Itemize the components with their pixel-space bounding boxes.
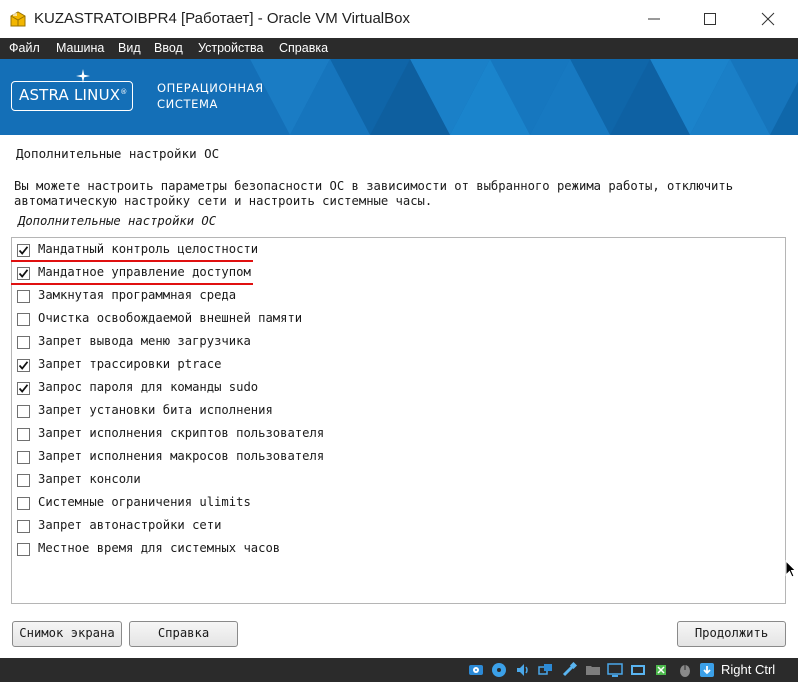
checkbox[interactable] [17, 313, 30, 326]
virtualbox-app-icon [10, 11, 26, 27]
description-line-2: автоматическую настройку сети и настроит… [14, 194, 433, 208]
astra-linux-banner: ASTRA LINUX® ОПЕРАЦИОННАЯ СИСТЕМА [0, 59, 798, 135]
option-sudo-password[interactable]: Запрос пароля для команды sudo [12, 378, 512, 401]
option-label: Мандатный контроль целостности [38, 242, 259, 256]
checkbox[interactable] [17, 520, 30, 533]
checkbox[interactable] [17, 244, 30, 257]
menu-help[interactable]: Справка [279, 41, 328, 55]
option-label: Запрет исполнения скриптов пользователя [38, 426, 325, 440]
checkbox[interactable] [17, 428, 30, 441]
option-label: Замкнутая программная среда [38, 288, 237, 302]
video-capture-icon[interactable] [630, 662, 646, 678]
window-title-bar[interactable]: KUZASTRATOIBPR4 [Работает] - Oracle VM V… [0, 0, 798, 38]
checkbox[interactable] [17, 382, 30, 395]
maximize-icon [704, 13, 716, 25]
screenshot-button-label: Снимок экрана [19, 626, 115, 640]
annotation-underline-1 [11, 260, 253, 262]
checkmark-icon [18, 269, 29, 278]
checkmark-icon [18, 384, 29, 393]
banner-subtitle-line2: СИСТЕМА [157, 97, 218, 111]
network-icon[interactable] [538, 662, 554, 678]
option-user-macros[interactable]: Запрет исполнения макросов пользователя [12, 447, 512, 470]
checkbox[interactable] [17, 267, 30, 280]
annotation-underline-2 [11, 283, 253, 285]
option-label: Запрет исполнения макросов пользователя [38, 449, 325, 463]
checkmark-icon [18, 246, 29, 255]
option-network-autoconfig[interactable]: Запрет автонастройки сети [12, 516, 512, 539]
vm-menu-bar: Файл Машина Вид Ввод Устройства Справка [0, 38, 798, 59]
display-icon[interactable] [607, 662, 623, 678]
mouse-cursor-icon [785, 560, 796, 578]
checkmark-icon [18, 361, 29, 370]
description-line-1: Вы можете настроить параметры безопаснос… [14, 179, 734, 193]
logo-star-icon [76, 69, 90, 83]
option-label: Местное время для системных часов [38, 541, 281, 555]
option-exec-bit[interactable]: Запрет установки бита исполнения [12, 401, 512, 424]
minimize-icon [648, 18, 660, 20]
astra-linux-logo: ASTRA LINUX® [11, 69, 133, 111]
option-ptrace[interactable]: Запрет трассировки ptrace [12, 355, 512, 378]
maximize-button[interactable] [682, 0, 738, 38]
checkbox[interactable] [17, 336, 30, 349]
checkbox[interactable] [17, 359, 30, 372]
audio-icon[interactable] [515, 662, 531, 678]
option-label: Запрет трассировки ptrace [38, 357, 222, 371]
menu-view[interactable]: Вид [118, 41, 141, 55]
options-list[interactable]: Мандатный контроль целостности Мандатное… [11, 237, 786, 604]
host-key-label: Right Ctrl [721, 662, 776, 677]
shared-folders-icon[interactable] [585, 662, 601, 678]
close-icon [761, 12, 775, 26]
page-title: Дополнительные настройки ОС [16, 146, 220, 161]
continue-button-label: Продолжить [694, 626, 769, 640]
option-label: Системные ограничения ulimits [38, 495, 251, 509]
vm-status-bar: Right Ctrl [0, 658, 798, 682]
keyboard-capture-icon[interactable] [699, 662, 715, 678]
option-memory-clearing[interactable]: Очистка освобождаемой внешней памяти [12, 309, 512, 332]
option-ulimits[interactable]: Системные ограничения ulimits [12, 493, 512, 516]
checkbox[interactable] [17, 497, 30, 510]
options-group-label: Дополнительные настройки ОС [18, 214, 217, 228]
option-label: Мандатное управление доступом [38, 265, 251, 279]
option-closed-software-env[interactable]: Замкнутая программная среда [12, 286, 512, 309]
mouse-integration-icon[interactable] [677, 662, 693, 678]
window-title: KUZASTRATOIBPR4 [Работает] - Oracle VM V… [34, 10, 410, 27]
option-label: Запрет консоли [38, 472, 141, 486]
menu-input[interactable]: Ввод [154, 41, 183, 55]
option-label: Запрет автонастройки сети [38, 518, 222, 532]
minimize-button[interactable] [626, 0, 682, 38]
help-button-label: Справка [157, 626, 210, 640]
option-local-time[interactable]: Местное время для системных часов [12, 539, 512, 562]
logo-text: ASTRA LINUX [19, 86, 121, 104]
help-button[interactable]: Справка [129, 621, 238, 647]
close-button[interactable] [740, 0, 796, 38]
option-label: Очистка освобождаемой внешней памяти [38, 311, 303, 325]
checkbox[interactable] [17, 290, 30, 303]
checkbox[interactable] [17, 405, 30, 418]
menu-devices[interactable]: Устройства [198, 41, 263, 55]
option-label: Запрос пароля для команды sudo [38, 380, 259, 394]
cpu-icon[interactable] [653, 662, 669, 678]
option-label: Запрет вывода меню загрузчика [38, 334, 251, 348]
continue-button[interactable]: Продолжить [677, 621, 786, 647]
menu-file[interactable]: Файл [9, 41, 40, 55]
banner-subtitle-line1: ОПЕРАЦИОННАЯ [157, 81, 264, 95]
menu-machine[interactable]: Машина [56, 41, 104, 55]
option-user-scripts[interactable]: Запрет исполнения скриптов пользователя [12, 424, 512, 447]
option-label: Запрет установки бита исполнения [38, 403, 273, 417]
usb-icon[interactable] [561, 662, 577, 678]
optical-drive-icon[interactable] [491, 662, 507, 678]
logo-registered-mark: ® [120, 88, 128, 96]
screenshot-button[interactable]: Снимок экрана [12, 621, 122, 647]
checkbox[interactable] [17, 451, 30, 464]
option-bootloader-menu[interactable]: Запрет вывода меню загрузчика [12, 332, 512, 355]
checkbox[interactable] [17, 543, 30, 556]
checkbox[interactable] [17, 474, 30, 487]
option-console[interactable]: Запрет консоли [12, 470, 512, 493]
hard-disk-icon[interactable] [468, 662, 484, 678]
